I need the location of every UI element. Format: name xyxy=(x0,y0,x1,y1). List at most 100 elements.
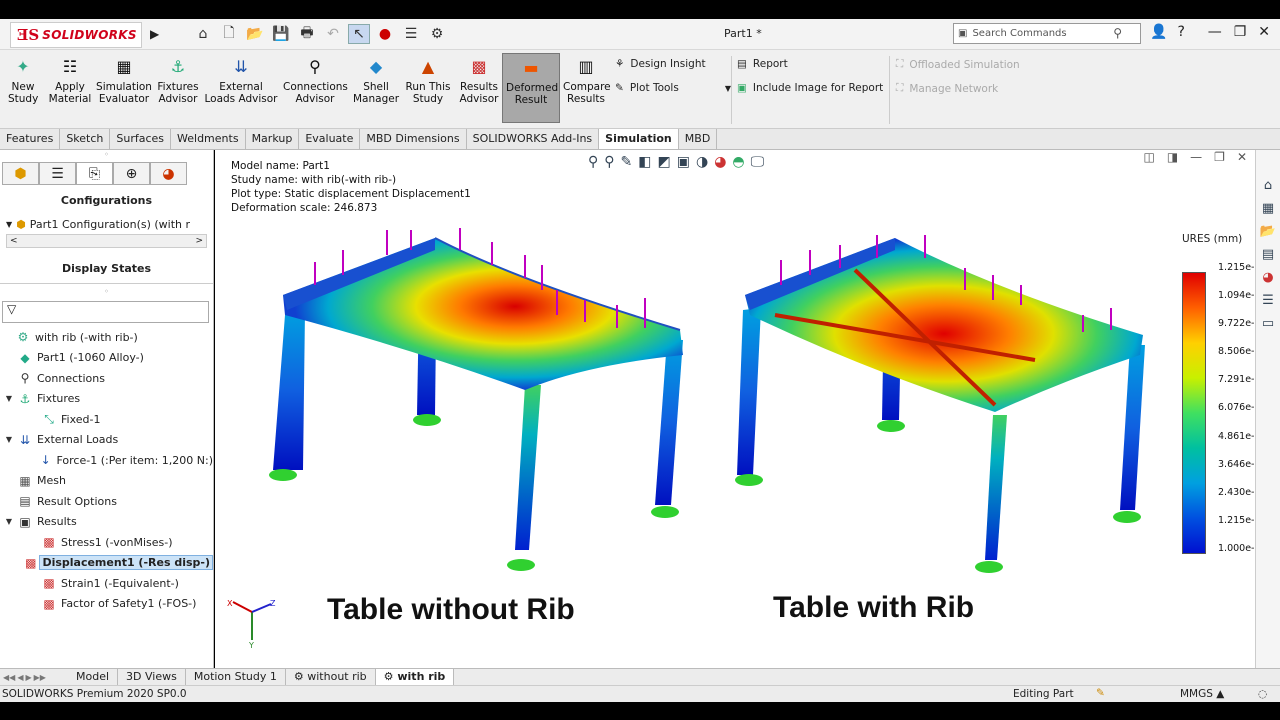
display-manager-tab-icon[interactable]: ◕ xyxy=(150,162,187,185)
panel-divider-handle[interactable]: ◦ xyxy=(0,283,213,296)
shell-manager-button[interactable]: ◆ Shell Manager xyxy=(352,55,400,106)
report-button[interactable]: ▤ Report xyxy=(737,58,788,70)
fea-model-render[interactable]: X Z Y xyxy=(215,150,1255,668)
tab-markup[interactable]: Markup xyxy=(246,129,300,149)
tab-mbd-dimensions[interactable]: MBD Dimensions xyxy=(360,129,467,149)
tab-sketch[interactable]: Sketch xyxy=(60,129,111,149)
units-selector[interactable]: MMGS ▲ xyxy=(1180,688,1224,700)
tab-model[interactable]: Model xyxy=(68,669,119,685)
tree-item[interactable]: ↓ Force-1 (:Per item: 1,200 N:) xyxy=(0,450,213,471)
search-icon[interactable]: ⚲ xyxy=(1113,26,1122,40)
tree-item[interactable]: ⤡ Fixed-1 xyxy=(0,409,213,430)
tab-mbd[interactable]: MBD xyxy=(679,129,718,149)
expand-arrow-icon[interactable]: ▼ xyxy=(2,435,16,444)
user-icon[interactable]: 👤 xyxy=(1150,24,1167,40)
tab-with-rib[interactable]: ⚙ with rib xyxy=(375,669,455,685)
property-manager-tab-icon[interactable]: ☰ xyxy=(39,162,76,185)
fixtures-advisor-button[interactable]: ⚓ Fixtures Advisor xyxy=(156,55,200,106)
horizontal-scrollbar[interactable]: < > xyxy=(6,234,207,248)
dimxpert-tab-icon[interactable]: ⊕ xyxy=(113,162,150,185)
tab-surfaces[interactable]: Surfaces xyxy=(110,129,172,149)
compare-results-button[interactable]: ▥ Compare Results xyxy=(563,55,611,106)
plot-tools-button[interactable]: ✎ Plot Tools ▼ xyxy=(615,82,731,94)
graphics-viewport[interactable]: Model name: Part1 Study name: with rib(-… xyxy=(215,150,1267,668)
forum-icon[interactable]: ▭ xyxy=(1257,316,1279,337)
tab-motion-study[interactable]: Motion Study 1 xyxy=(186,669,286,685)
options-gear-icon[interactable]: ⚙ xyxy=(426,24,448,44)
tab-solidworks-addins[interactable]: SOLIDWORKS Add-Ins xyxy=(467,129,600,149)
expand-arrow-icon[interactable]: ▼ xyxy=(2,517,16,526)
include-image-button[interactable]: ▣ Include Image for Report xyxy=(737,82,883,94)
tab-features[interactable]: Features xyxy=(0,129,61,149)
tree-item[interactable]: ▼ ⇊ External Loads xyxy=(0,430,213,451)
results-advisor-button[interactable]: ▩ Results Advisor xyxy=(458,55,500,106)
configuration-manager-tab-icon[interactable]: ⎘ xyxy=(76,162,113,185)
tree-item-label: Displacement1 (-Res disp-) xyxy=(39,555,213,571)
restore-icon[interactable]: ❐ xyxy=(1234,24,1247,40)
rebuild-status-icon[interactable]: ✎ xyxy=(1096,687,1105,699)
tree-item[interactable]: ▼ ▣ Results xyxy=(0,512,213,533)
filter-input[interactable]: ▽ xyxy=(2,301,209,323)
rebuild-traffic-light-icon[interactable]: ● xyxy=(374,24,396,44)
last-tab-icon[interactable]: ▶▶ xyxy=(34,673,46,682)
external-loads-advisor-button[interactable]: ⇊ External Loads Advisor xyxy=(204,55,278,106)
coordinate-triad-icon: X Z Y xyxy=(227,599,276,650)
tree-item[interactable]: ▩ Strain1 (-Equivalent-) xyxy=(0,573,213,594)
deformed-result-button[interactable]: ▬ Deformed Result xyxy=(502,53,560,123)
tree-item[interactable]: ▩ Factor of Safety1 (-FOS-) xyxy=(0,594,213,615)
home-icon[interactable]: ⌂ xyxy=(192,24,214,44)
apply-material-button[interactable]: ☷ Apply Material xyxy=(48,55,92,106)
tree-item[interactable]: ▤ Result Options xyxy=(0,491,213,512)
tree-item[interactable]: ▦ Mesh xyxy=(0,471,213,492)
scroll-right-icon[interactable]: > xyxy=(195,236,203,246)
save-icon[interactable]: 💾 xyxy=(270,24,292,44)
tree-item[interactable]: ▩ Stress1 (-vonMises-) xyxy=(0,532,213,553)
scroll-left-icon[interactable]: < xyxy=(10,236,18,246)
design-library-icon[interactable]: ▦ xyxy=(1257,201,1279,222)
simulation-evaluator-button[interactable]: ▦ Simulation Evaluator xyxy=(96,55,152,106)
undo-icon[interactable]: ↶ xyxy=(322,24,344,44)
expand-arrow-icon[interactable]: ▼ xyxy=(2,394,16,403)
expand-arrow-icon[interactable]: ▼ xyxy=(6,220,12,229)
tab-weldments[interactable]: Weldments xyxy=(171,129,246,149)
view-palette-icon[interactable]: ▤ xyxy=(1257,247,1279,268)
run-this-study-button[interactable]: ▲ Run This Study xyxy=(405,55,451,106)
minimize-icon[interactable]: — xyxy=(1208,24,1222,40)
configuration-item[interactable]: ▼ ⬢ Part1 Configuration(s) (with rib xyxy=(0,215,213,234)
prev-tab-icon[interactable]: ◀ xyxy=(17,673,23,682)
solidworks-resources-icon[interactable]: ⌂ xyxy=(1257,178,1279,199)
new-document-icon[interactable]: 🗋 xyxy=(218,24,240,44)
solidworks-logo[interactable]: ƎS SOLIDWORKS xyxy=(10,22,142,48)
panel-handle[interactable]: ◦ xyxy=(0,150,213,162)
manage-network-button[interactable]: ⛶ Manage Network xyxy=(896,82,998,95)
open-icon[interactable]: 📂 xyxy=(244,24,266,44)
first-tab-icon[interactable]: ◀◀ xyxy=(3,673,15,682)
tab-simulation[interactable]: Simulation xyxy=(599,129,679,149)
print-icon[interactable]: 🖶 xyxy=(296,24,318,44)
design-insight-button[interactable]: ⚘ Design Insight xyxy=(615,58,706,70)
file-explorer-icon[interactable]: 📂 xyxy=(1257,224,1279,245)
customize-status-icon[interactable]: ◌ xyxy=(1258,688,1267,700)
tab-evaluate[interactable]: Evaluate xyxy=(299,129,361,149)
connections-advisor-button[interactable]: ⚲ Connections Advisor xyxy=(283,55,348,106)
tab-without-rib[interactable]: ⚙ without rib xyxy=(286,669,376,685)
offloaded-simulation-button[interactable]: ⛶ Offloaded Simulation xyxy=(896,58,1020,71)
new-study-button[interactable]: ✦ New Study xyxy=(8,55,38,106)
feature-tree-tab-icon[interactable]: ⬢ xyxy=(2,162,39,185)
custom-properties-icon[interactable]: ☰ xyxy=(1257,293,1279,314)
tree-item[interactable]: ▩ Displacement1 (-Res disp-) xyxy=(0,553,213,574)
file-properties-icon[interactable]: ☰ xyxy=(400,24,422,44)
appearances-icon[interactable]: ◕ xyxy=(1257,270,1279,291)
tree-item-label: Result Options xyxy=(37,494,117,508)
close-icon[interactable]: ✕ xyxy=(1258,24,1270,40)
menu-expand-arrow-icon[interactable]: ▶ xyxy=(150,27,159,41)
select-cursor-icon[interactable]: ↖ xyxy=(348,24,370,44)
search-commands-input[interactable]: ▣ Search Commands ⚲ xyxy=(953,23,1141,44)
tree-item[interactable]: ⚙ with rib (-with rib-) xyxy=(0,327,213,348)
tree-item[interactable]: ⚲ Connections xyxy=(0,368,213,389)
help-icon[interactable]: ? xyxy=(1177,24,1184,40)
tree-item[interactable]: ◆ Part1 (-1060 Alloy-) xyxy=(0,348,213,369)
tree-item[interactable]: ▼ ⚓ Fixtures xyxy=(0,389,213,410)
tab-3d-views[interactable]: 3D Views xyxy=(118,669,186,685)
next-tab-icon[interactable]: ▶ xyxy=(25,673,31,682)
